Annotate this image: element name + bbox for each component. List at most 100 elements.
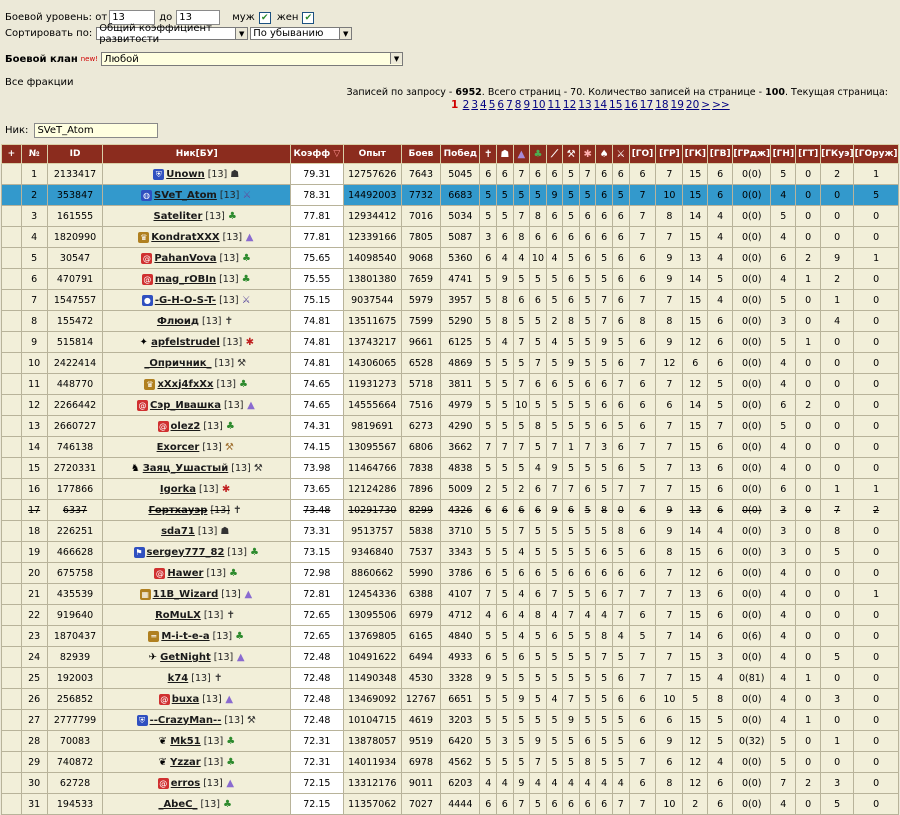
wrench-icon[interactable]: ⚒ (562, 144, 580, 164)
page-last-link[interactable]: >> (712, 99, 730, 111)
page-link[interactable]: 18 (655, 99, 668, 111)
player-nick-link[interactable]: _AbeC_ (158, 799, 197, 810)
page-link[interactable]: 9 (523, 99, 530, 111)
player-nick-link[interactable]: KondratXXX (151, 232, 219, 243)
table-row[interactable]: 27 2777799 ⛨ --CrazyMan-- [13] ⚒ 72.48 10104715… (1, 709, 899, 731)
table-row[interactable]: 22 919640 RoMuLX [13] ✝ 72.65 13095506 6979 4712… (1, 604, 899, 626)
sword-icon[interactable]: ⚔ (611, 144, 630, 164)
table-row[interactable]: 10 2422414 _Опричник_ [13] ⚒ 74.81 14306065 652… (1, 352, 899, 374)
clan-icon[interactable]: ◍ (141, 189, 153, 201)
go-header[interactable]: [ГО] (628, 144, 657, 164)
player-nick-link[interactable]: apfelstrudel (151, 337, 220, 348)
clan-icon[interactable]: @ (154, 567, 166, 579)
clan-icon[interactable]: @ (141, 273, 153, 285)
gk-header[interactable]: [ГК] (682, 144, 709, 164)
player-nick-link[interactable]: Mk51 (170, 736, 201, 747)
player-nick-link[interactable]: -G-H-O-S-T- (155, 295, 216, 306)
player-nick-link[interactable]: 11B_Wizard (153, 589, 219, 600)
gt-header[interactable]: [ГТ] (795, 144, 822, 164)
page-link[interactable]: 5 (489, 99, 496, 111)
player-nick-link[interactable]: Unown (166, 169, 204, 180)
page-link[interactable]: 2 (463, 99, 470, 111)
table-row[interactable]: 29 740872 ❦ Yzzar [13] ♣ 72.31 14011934 6978 4562… (1, 751, 899, 773)
table-row[interactable]: 9 515814 ✦ apfelstrudel [13] ✱ 74.81 13743217 96… (1, 331, 899, 353)
grd-header[interactable]: [ГРдж] (732, 144, 772, 164)
clan-icon[interactable]: ♛ (144, 378, 156, 390)
clan-icon[interactable]: ═ (148, 630, 160, 642)
nick-input[interactable] (34, 123, 159, 138)
page-link[interactable]: 12 (563, 99, 576, 111)
table-row[interactable]: 15 2720331 ♞ Заяц_Ушастый [13] ⚒ 73.98 11464766… (1, 457, 899, 479)
page-link[interactable]: 11 (548, 99, 561, 111)
table-row[interactable]: 19 466628 ⚑ sergey777_82 [13] ♣ 73.15 9346840 75… (1, 541, 899, 563)
clan-icon[interactable]: ● (141, 294, 153, 306)
gor-header[interactable]: [ГОруж] (853, 144, 899, 164)
page-link[interactable]: 13 (578, 99, 591, 111)
player-nick-link[interactable]: PahanVova (154, 253, 216, 264)
expand-header[interactable]: + (1, 144, 22, 164)
player-nick-link[interactable]: Exorcer (157, 442, 200, 453)
clan-icon[interactable]: @ (136, 399, 148, 411)
clan-icon[interactable]: ⛨ (136, 714, 148, 726)
clan-icon[interactable]: @ (158, 693, 170, 705)
player-nick-link[interactable]: mag_rOBIn (155, 274, 216, 285)
player-nick-link[interactable]: Hawer (167, 568, 203, 579)
player-nick-link[interactable]: sergey777_82 (147, 547, 225, 558)
page-link[interactable]: 20 (686, 99, 699, 111)
player-nick-link[interactable]: k74 (168, 673, 189, 684)
table-row[interactable]: 8 155472 Флюид [13] ✝ 74.81 13511675 7599 5290 5 8… (1, 310, 899, 332)
player-nick-link[interactable]: erros (171, 778, 200, 789)
table-row[interactable]: 21 435539 ▦ 11B_Wizard [13] ▲ 72.81 12454336 638… (1, 583, 899, 605)
table-row[interactable]: 6 470791 @ mag_rOBIn [13] ♣ 75.55 13801380 7659 4… (1, 268, 899, 290)
clan-icon[interactable]: ✈ (147, 652, 158, 663)
page-link[interactable]: 10 (532, 99, 545, 111)
gku-header[interactable]: [ГКуэ] (820, 144, 855, 164)
sort-field-select[interactable]: Общий коэффициент развитости ▼ (96, 23, 249, 45)
clan-icon[interactable]: ▦ (139, 588, 151, 600)
table-row[interactable]: 2 353847 ◍ SVeT_Atom [13] ⚔ 78.31 14492003 7732 6… (1, 184, 899, 206)
player-nick-link[interactable]: Заяц_Ушастый (143, 463, 229, 474)
page-link[interactable]: 4 (480, 99, 487, 111)
hat-icon[interactable]: ▲ (512, 144, 531, 164)
mushroom-icon[interactable]: ♠ (595, 144, 613, 164)
table-row[interactable]: 26 256852 @ buxa [13] ▲ 72.48 13469092 12767 6651… (1, 688, 899, 710)
clan-select[interactable]: Любой ▼ (101, 52, 404, 66)
table-row[interactable]: 18 226251 sda71 [13] ☗ 73.31 9513757 5838 3710 5 5… (1, 520, 899, 542)
bug-icon[interactable]: ✱ (578, 144, 597, 164)
player-nick-link[interactable]: Yzzar (170, 757, 201, 768)
table-row[interactable]: 20 675758 @ Hawer [13] ♣ 72.98 8860662 5990 3786 6… (1, 562, 899, 584)
nick-header[interactable]: Ник[БУ] (102, 144, 291, 164)
table-row[interactable]: 13 2660727 @ olez2 [13] ♣ 74.31 9819691 6273 4290… (1, 415, 899, 437)
player-nick-link[interactable]: GetNight (160, 652, 211, 663)
male-checkbox[interactable]: ✔ (258, 11, 271, 24)
table-row[interactable]: 7 1547557 ● -G-H-O-S-T- [13] ⚔ 75.15 9037544 597… (1, 289, 899, 311)
player-nick-link[interactable]: RoMuLX (155, 610, 201, 621)
page-link[interactable]: 7 (506, 99, 513, 111)
table-row[interactable]: 28 70083 ❦ Mk51 [13] ♣ 72.31 13878057 9519 6420 5 3… (1, 730, 899, 752)
table-row[interactable]: 11 448770 ♛ xXxj4fxXx [13] ♣ 74.65 11931273 5718… (1, 373, 899, 395)
gn-header[interactable]: [ГН] (770, 144, 797, 164)
page-link[interactable]: 19 (671, 99, 684, 111)
wins-header[interactable]: Побед (440, 144, 481, 164)
page-link[interactable]: 15 (609, 99, 622, 111)
gr-header[interactable]: [ГР] (655, 144, 684, 164)
clan-icon[interactable]: ⚑ (133, 546, 145, 558)
player-nick-link[interactable]: _Опричник_ (144, 358, 211, 369)
leaf-icon[interactable]: ♣ (529, 144, 547, 164)
table-row[interactable]: 1 2133417 ⛨ Unown [13] ☗ 79.31 12757626 7643 5045… (1, 163, 899, 185)
player-nick-link[interactable]: buxa (172, 694, 199, 705)
player-nick-link[interactable]: Флюид (157, 316, 199, 327)
clan-icon[interactable]: ♞ (130, 463, 141, 474)
table-row[interactable]: 30 62728 @ erros [13] ▲ 72.15 13312176 9011 6203 4… (1, 772, 899, 794)
clan-icon[interactable]: ❦ (157, 736, 168, 747)
page-link[interactable]: 17 (640, 99, 653, 111)
cross-icon[interactable]: ✝ (479, 144, 498, 164)
page-link[interactable]: 8 (515, 99, 522, 111)
id-header[interactable]: ID (46, 144, 104, 164)
clan-icon[interactable]: @ (141, 252, 153, 264)
sort-order-select[interactable]: По убыванию ▼ (250, 27, 353, 40)
player-nick-link[interactable]: Sateliter (154, 211, 203, 222)
page-link[interactable]: 14 (594, 99, 607, 111)
clan-icon[interactable]: @ (157, 420, 169, 432)
table-row[interactable]: 24 82939 ✈ GetNight [13] ▲ 72.48 10491622 6494 49… (1, 646, 899, 668)
